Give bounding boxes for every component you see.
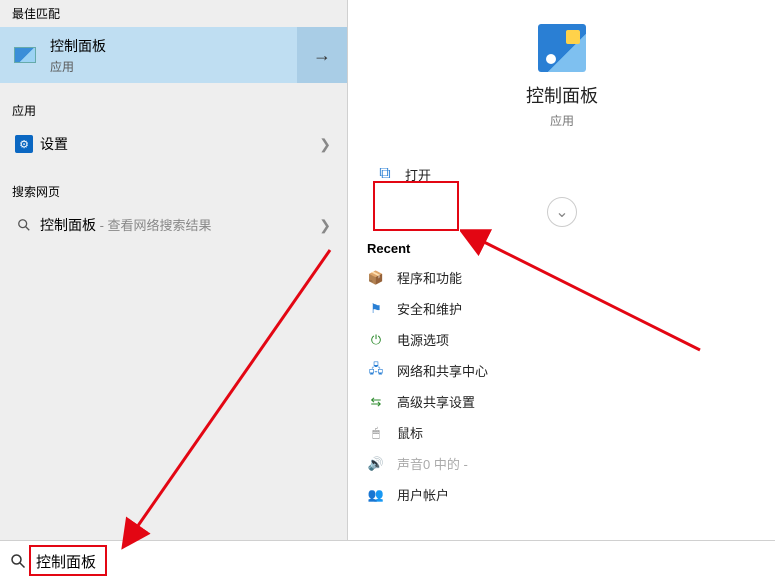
detail-title: 控制面板 [349, 82, 775, 108]
app-result-label: 设置 [40, 134, 319, 154]
chevron-right-icon: ❯ [319, 217, 339, 234]
recent-item-network[interactable]: 🖧 网络和共享中心 [349, 355, 775, 386]
expand-button[interactable]: ⌄ [547, 197, 577, 227]
open-preview-button[interactable]: → [297, 27, 347, 83]
open-action[interactable]: ⧉ 打开 [361, 157, 775, 191]
network-icon: 🖧 [367, 362, 385, 380]
mouse-icon: 🖱 [367, 424, 385, 442]
control-panel-large-icon [538, 24, 586, 72]
recent-item-programs[interactable]: 📦 程序和功能 [349, 262, 775, 293]
search-icon [8, 218, 40, 232]
arrow-right-icon: → [313, 45, 331, 66]
open-icon: ⧉ [375, 165, 395, 183]
recent-item-power[interactable]: ⏻ 电源选项 [349, 324, 775, 355]
recent-item-users[interactable]: 👥 用户帐户 [349, 479, 775, 510]
recent-item-security[interactable]: ⚑ 安全和维护 [349, 293, 775, 324]
programs-icon: 📦 [367, 269, 385, 287]
power-icon: ⏻ [367, 331, 385, 349]
search-icon [0, 553, 36, 569]
detail-subtitle: 应用 [349, 112, 775, 129]
flag-icon: ⚑ [367, 300, 385, 318]
recent-item-mouse[interactable]: 🖱 鼠标 [349, 417, 775, 448]
chevron-down-icon: ⌄ [555, 202, 568, 222]
search-input[interactable] [36, 541, 775, 581]
web-result-label: 控制面板 - 查看网络搜索结果 [40, 215, 319, 235]
web-header: 搜索网页 [0, 178, 347, 205]
best-match-result[interactable]: 控制面板 应用 → [0, 27, 347, 83]
best-match-title: 控制面板 [50, 36, 297, 56]
open-label: 打开 [405, 165, 431, 184]
recent-header: Recent [349, 241, 775, 262]
app-result-settings[interactable]: ⚙ 设置 ❯ [0, 124, 347, 164]
apps-header: 应用 [0, 97, 347, 124]
recent-item-sound[interactable]: 🔊 声音0 中的 - [349, 448, 775, 479]
best-match-subtitle: 应用 [50, 58, 297, 75]
control-panel-icon [0, 47, 50, 63]
best-match-header: 最佳匹配 [0, 0, 347, 27]
search-bar [0, 540, 775, 581]
sound-icon: 🔊 [367, 455, 385, 473]
gear-icon: ⚙ [15, 135, 33, 153]
web-result[interactable]: 控制面板 - 查看网络搜索结果 ❯ [0, 205, 347, 245]
sharing-icon: ⇆ [367, 393, 385, 411]
users-icon: 👥 [367, 486, 385, 504]
chevron-right-icon: ❯ [319, 136, 339, 153]
recent-item-sharing[interactable]: ⇆ 高级共享设置 [349, 386, 775, 417]
